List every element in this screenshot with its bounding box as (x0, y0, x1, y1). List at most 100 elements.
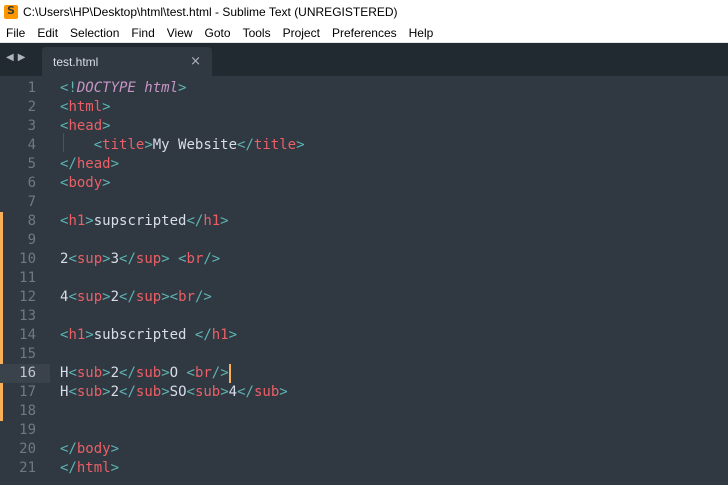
code-text: </html> (60, 459, 119, 478)
code-token: </ (60, 441, 77, 457)
code-token: > (110, 460, 120, 476)
menu-find[interactable]: Find (125, 23, 160, 43)
code-line[interactable]: 8 <h1>supscripted</h1> (0, 212, 728, 231)
menu-selection[interactable]: Selection (64, 23, 125, 43)
code-line[interactable]: 13 (0, 307, 728, 326)
code-line[interactable]: 16 H<sub>2</sub>O <br/> (0, 364, 728, 383)
tab-back-icon[interactable]: ◀ (6, 52, 14, 66)
code-token: > (161, 289, 170, 305)
code-token: > (110, 441, 120, 457)
code-token: > (102, 384, 111, 400)
line-number: 7 (27, 194, 36, 210)
code-token: 2 (110, 384, 120, 400)
menu-view[interactable]: View (161, 23, 199, 43)
tab-test-html[interactable]: test.html × (42, 47, 212, 76)
code-token: title (102, 137, 145, 153)
code-line[interactable]: 10 2<sup>3</sup> <br/> (0, 250, 728, 269)
code-line[interactable]: 4 <title>My Website</title> (0, 136, 728, 155)
code-line[interactable]: 9 (0, 231, 728, 250)
code-line[interactable]: 17 H<sub>2</sub>SO<sub>4</sub> (0, 383, 728, 402)
code-token: < (68, 384, 77, 400)
text-cursor (229, 364, 231, 383)
window-title: C:\Users\HP\Desktop\html\test.html - Sub… (23, 4, 398, 19)
line-number: 17 (19, 384, 36, 400)
code-token: > (85, 213, 94, 229)
code-token: h1 (68, 327, 86, 343)
code-text: <h1>subscripted </h1> (60, 326, 237, 345)
code-token: > (102, 251, 111, 267)
sublime-text-icon (4, 4, 18, 19)
code-token: head (68, 118, 103, 134)
code-line[interactable]: 14 <h1>subscripted </h1> (0, 326, 728, 345)
code-text: H<sub>2</sub>O <br/> (60, 364, 229, 383)
code-token: O (169, 365, 187, 381)
code-token: > (220, 213, 229, 229)
code-token: </ (237, 384, 254, 400)
tab-navigation: ◀ ▶ (6, 52, 25, 66)
code-token: h1 (203, 213, 221, 229)
code-token: > (178, 80, 187, 96)
code-token: > (102, 99, 111, 115)
code-line[interactable]: 6 <body> (0, 174, 728, 193)
code-line[interactable]: 11 (0, 269, 728, 288)
code-token: sup (76, 251, 103, 267)
line-number: 3 (27, 118, 36, 134)
tab-bar: ◀ ▶ test.html × (0, 43, 728, 76)
menu-goto[interactable]: Goto (199, 23, 237, 43)
code-token: > (85, 327, 94, 343)
code-token: 3 (110, 251, 120, 267)
code-token: br (186, 251, 204, 267)
code-text: <body> (60, 174, 111, 193)
line-number: 10 (19, 251, 36, 267)
code-editor[interactable]: 1 <!DOCTYPE html> 2 <html> 3 <head> 4 <title>M… (0, 76, 728, 485)
code-token: sup (76, 289, 103, 305)
code-line[interactable]: 3 <head> (0, 117, 728, 136)
code-text: <head> (60, 117, 111, 136)
code-line[interactable]: 12 4<sup>2</sup><br/> (0, 288, 728, 307)
menu-file[interactable]: File (0, 23, 31, 43)
code-token: > (161, 384, 170, 400)
code-line[interactable]: 15 (0, 345, 728, 364)
code-text: <html> (60, 98, 111, 117)
code-token: html (68, 99, 103, 115)
code-line[interactable]: 5 </head> (0, 155, 728, 174)
code-token: html (76, 460, 111, 476)
code-line[interactable]: 7 (0, 193, 728, 212)
code-token: br (194, 365, 212, 381)
code-token: < (93, 137, 103, 153)
code-line[interactable]: 18 (0, 402, 728, 421)
tab-forward-icon[interactable]: ▶ (18, 52, 26, 66)
menu-bar: File Edit Selection Find View Goto Tools Projec… (0, 23, 728, 43)
code-token: < (178, 251, 187, 267)
code-token: /> (194, 289, 212, 305)
code-token: </ (186, 213, 204, 229)
code-line[interactable]: 20 </body> (0, 440, 728, 459)
code-token: 4 (228, 384, 238, 400)
code-line[interactable]: 1 <!DOCTYPE html> (0, 79, 728, 98)
code-token: sub (76, 365, 103, 381)
menu-edit[interactable]: Edit (31, 23, 64, 43)
menu-preferences[interactable]: Preferences (326, 23, 403, 43)
menu-tools[interactable]: Tools (237, 23, 277, 43)
code-token: sub (253, 384, 280, 400)
code-text: 2<sup>3</sup> <br/> (60, 250, 220, 269)
line-number: 19 (19, 422, 36, 438)
code-line[interactable]: 21 </html> (0, 459, 728, 478)
title-bar: C:\Users\HP\Desktop\html\test.html - Sub… (0, 0, 728, 23)
code-token: </ (119, 365, 136, 381)
code-token: > (228, 327, 238, 343)
code-line[interactable]: 2 <html> (0, 98, 728, 117)
line-number: 9 (27, 232, 36, 248)
code-token: sup (135, 251, 162, 267)
code-token: </ (237, 137, 254, 153)
menu-help[interactable]: Help (403, 23, 440, 43)
code-token: > (102, 175, 111, 191)
code-token: < (186, 384, 195, 400)
code-token: 2 (110, 365, 120, 381)
menu-project[interactable]: Project (277, 23, 326, 43)
code-token: > (110, 156, 120, 172)
code-text: H<sub>2</sub>SO<sub>4</sub> (60, 383, 288, 402)
code-line[interactable]: 19 (0, 421, 728, 440)
close-icon[interactable]: × (190, 54, 201, 69)
